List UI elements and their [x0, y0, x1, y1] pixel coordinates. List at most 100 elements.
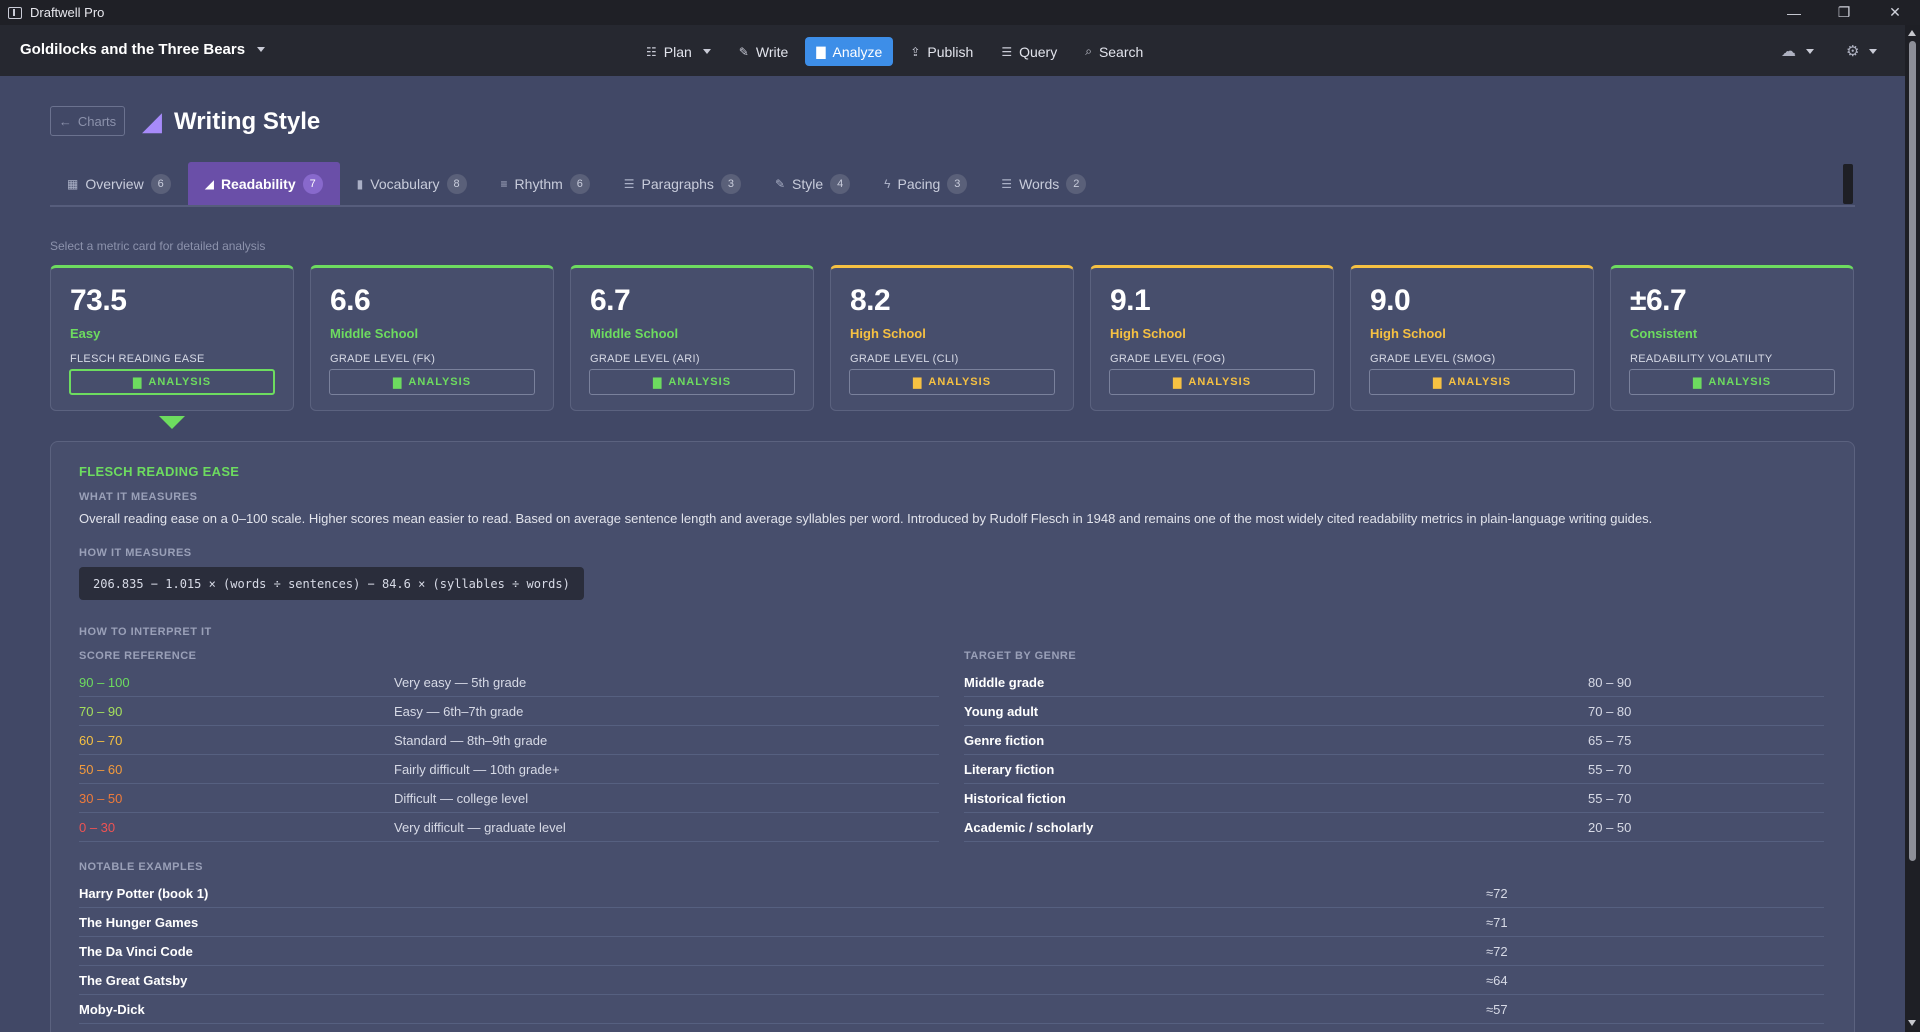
chevron-down-icon: [1806, 48, 1814, 54]
metric-card-grade-smog[interactable]: 9.0 High School GRADE LEVEL (SMOG) ▇ ANAL…: [1350, 265, 1594, 411]
metric-label: FLESCH READING EASE: [70, 353, 205, 365]
table-row: 60 – 70 Standard — 8th–9th grade: [79, 726, 939, 755]
table-row: The Hunger Games ≈71: [79, 908, 1824, 937]
tab-overview[interactable]: ▦ Overview 6: [50, 162, 188, 205]
project-title: Goldilocks and the Three Bears: [20, 41, 246, 58]
book-icon: [8, 6, 22, 19]
tab-count-badge: 6: [150, 173, 171, 194]
metric-level: Middle School: [330, 326, 419, 341]
table-row: Young adult 70 – 80: [964, 697, 1824, 726]
tab-count-badge: 8: [446, 173, 467, 194]
tab-readability[interactable]: ◢ Readability 7: [187, 162, 340, 205]
examples-heading: NOTABLE EXAMPLES: [79, 861, 203, 873]
scroll-up-icon[interactable]: [1908, 30, 1916, 36]
app-toolbar: Goldilocks and the Three Bears ☷ Plan ✎ …: [0, 25, 1905, 76]
analysis-button[interactable]: ▇ ANALYSIS: [69, 369, 275, 395]
table-row: Literary fiction 55 – 70: [964, 755, 1824, 784]
how-heading: HOW IT MEASURES: [79, 547, 192, 559]
analysis-button[interactable]: ▇ ANALYSIS: [329, 369, 535, 395]
metric-label: GRADE LEVEL (CLI): [850, 353, 959, 365]
metric-label: GRADE LEVEL (ARI): [590, 353, 700, 365]
metric-card-grade-fk[interactable]: 6.6 Middle School GRADE LEVEL (FK) ▇ ANAL…: [310, 265, 554, 411]
metric-card-grade-fog[interactable]: 9.1 High School GRADE LEVEL (FOG) ▇ ANALY…: [1090, 265, 1334, 411]
grid-icon: ▦: [67, 176, 79, 191]
analysis-button[interactable]: ▇ ANALYSIS: [849, 369, 1055, 395]
upload-icon: ⇪: [910, 44, 921, 59]
analysis-button[interactable]: ▇ ANALYSIS: [589, 369, 795, 395]
table-row: 0 – 30 Very difficult — graduate level: [79, 813, 939, 842]
close-icon[interactable]: ✕: [1872, 0, 1918, 25]
analysis-button[interactable]: ▇ ANALYSIS: [1109, 369, 1315, 395]
metric-value: 6.6: [330, 284, 371, 317]
chevron-down-icon: [702, 49, 711, 54]
metric-value: 9.1: [1110, 284, 1151, 317]
table-row: Moby-Dick ≈57: [79, 995, 1824, 1024]
nav-write[interactable]: ✎ Write: [728, 37, 799, 66]
formula-block: 206.835 − 1.015 × (words ÷ sentences) − …: [79, 567, 584, 600]
pen-icon: ✎: [774, 176, 785, 191]
main-nav: ☷ Plan ✎ Write ▇ Analyze ⇪ Publish ☰ Que…: [635, 37, 1154, 66]
nav-plan[interactable]: ☷ Plan: [635, 37, 722, 66]
minimize-icon[interactable]: —: [1771, 0, 1817, 25]
window-titlebar: Draftwell Pro — ❐ ✕: [0, 0, 1920, 25]
tab-count-badge: 6: [569, 173, 590, 194]
table-row: Harry Potter (book 1) ≈72: [79, 879, 1824, 908]
what-description: Overall reading ease on a 0–100 scale. H…: [79, 511, 1653, 526]
tab-count-badge: 4: [830, 173, 851, 194]
metric-label: GRADE LEVEL (SMOG): [1370, 353, 1496, 365]
scrollbar-thumb[interactable]: [1909, 41, 1916, 861]
nav-search[interactable]: ⌕ Search: [1074, 37, 1154, 66]
pen-icon: ✎: [738, 44, 749, 59]
analysis-button[interactable]: ▇ ANALYSIS: [1369, 369, 1575, 395]
tab-vocabulary[interactable]: ▮ Vocabulary 8: [340, 162, 484, 205]
table-row: Historical fiction 55 – 70: [964, 784, 1824, 813]
chart-bar-icon: ▇: [816, 44, 826, 59]
table-row: 90 – 100 Very easy — 5th grade: [79, 668, 939, 697]
project-selector[interactable]: Goldilocks and the Three Bears: [20, 41, 266, 58]
metric-label: GRADE LEVEL (FK): [330, 353, 436, 365]
vertical-scrollbar[interactable]: [1905, 25, 1920, 1032]
nav-analyze[interactable]: ▇ Analyze: [805, 37, 894, 66]
chart-bar-icon: ▇: [1692, 376, 1703, 389]
cloud-sync-menu[interactable]: ☁: [1781, 42, 1814, 60]
analysis-tabs: ▦ Overview 6 ◢ Readability 7 ▮ Vocabular…: [50, 162, 1855, 207]
paragraph-icon: ☰: [623, 176, 635, 191]
back-to-charts-button[interactable]: ← Charts: [50, 106, 125, 136]
metric-card-volatility[interactable]: ±6.7 Consistent READABILITY VOLATILITY ▇…: [1610, 265, 1854, 411]
metric-card-grade-ari[interactable]: 6.7 Middle School GRADE LEVEL (ARI) ▇ ANA…: [570, 265, 814, 411]
nav-publish[interactable]: ⇪ Publish: [899, 37, 984, 66]
tab-scroll-handle[interactable]: [1843, 164, 1853, 204]
settings-menu[interactable]: ⚙: [1846, 42, 1878, 60]
nav-query[interactable]: ☰ Query: [990, 37, 1068, 66]
table-row: 50 – 60 Fairly difficult — 10th grade+: [79, 755, 939, 784]
tab-rhythm[interactable]: ≡ Rhythm 6: [484, 162, 607, 205]
tab-style[interactable]: ✎ Style 4: [758, 162, 867, 205]
restore-icon[interactable]: ❐: [1821, 0, 1867, 25]
metric-card-grade-cli[interactable]: 8.2 High School GRADE LEVEL (CLI) ▇ ANALY…: [830, 265, 1074, 411]
scroll-down-icon[interactable]: [1908, 1020, 1916, 1026]
detail-title: FLESCH READING EASE: [79, 464, 240, 479]
tab-paragraphs[interactable]: ☰ Paragraphs 3: [607, 162, 758, 205]
tab-count-badge: 7: [302, 173, 323, 194]
metric-value: 6.7: [590, 284, 631, 317]
metric-level: High School: [850, 326, 926, 341]
analysis-button[interactable]: ▇ ANALYSIS: [1629, 369, 1835, 395]
search-icon: ⌕: [1085, 44, 1092, 58]
chart-bar-icon: ▇: [652, 376, 663, 389]
table-icon: ☰: [1001, 44, 1013, 59]
chart-bar-icon: ▇: [132, 376, 143, 389]
app-name: Draftwell Pro: [30, 5, 105, 20]
tab-pacing[interactable]: ϟ Pacing 3: [867, 162, 984, 205]
metric-value: ±6.7: [1630, 284, 1687, 317]
what-heading: WHAT IT MEASURES: [79, 491, 198, 503]
tab-words[interactable]: ☰ Words 2: [984, 162, 1103, 205]
chart-bar-icon: ▇: [912, 376, 923, 389]
score-reference-heading: SCORE REFERENCE: [79, 650, 197, 662]
metric-label: GRADE LEVEL (FOG): [1110, 353, 1226, 365]
tab-count-badge: 2: [1066, 173, 1087, 194]
list-icon: ☰: [1001, 176, 1013, 191]
metric-card-flesch[interactable]: 73.5 Easy FLESCH READING EASE ▇ ANALYSIS: [50, 265, 294, 411]
chart-bar-icon: ▇: [392, 376, 403, 389]
metric-value: 73.5: [70, 284, 127, 317]
table-row: Genre fiction 65 – 75: [964, 726, 1824, 755]
